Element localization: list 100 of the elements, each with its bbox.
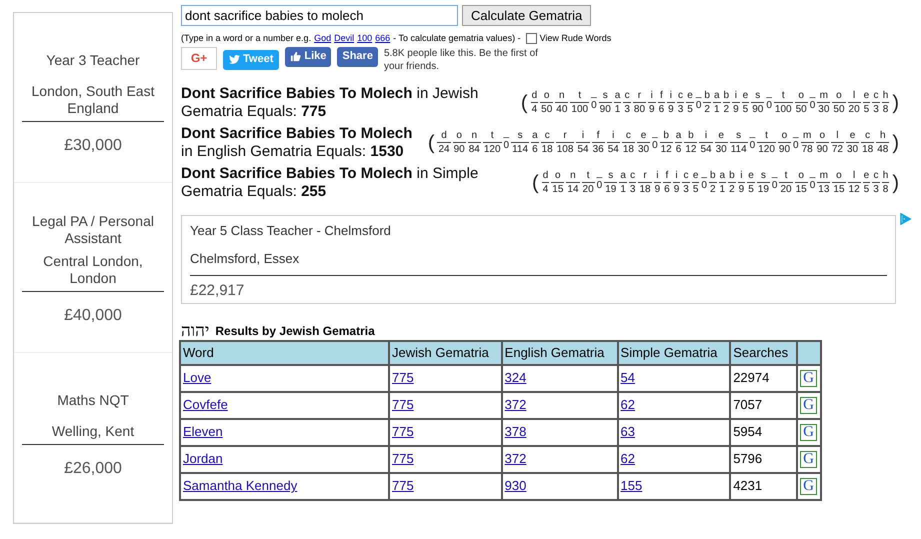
jewish-value-link[interactable]: 775 [392,397,414,412]
ad-choices-icon[interactable] [899,212,911,224]
letter: l [835,129,840,142]
letter-value: 30 [846,142,860,156]
google-search-link[interactable]: G [800,370,817,388]
share-button[interactable]: Share [337,46,378,66]
google-search-link[interactable]: G [800,451,817,468]
word-link[interactable]: Jordan [183,451,223,466]
simple-value-link[interactable]: 63 [620,424,635,440]
space-value: 0 [772,180,778,192]
space-mark: _ [696,88,702,100]
letter: c [544,129,551,142]
letter-value: 6 [658,102,666,116]
letter-value: 5 [686,102,694,116]
jewish-value-link[interactable]: 775 [392,478,414,494]
letter-value: 6 [674,142,682,156]
letter: d [440,129,448,142]
column-header: Jewish Gematria [389,340,502,364]
letter-value: 3 [872,182,880,196]
letter-value: 6 [663,182,671,196]
search-field[interactable]: dont sacrifice babies to molech [181,5,458,26]
job-card[interactable]: Maths NQT Welling, Kent £26,000 [14,353,172,523]
like-button[interactable]: Like [285,46,332,66]
example-link[interactable]: Devil [334,32,354,46]
google-search-link[interactable]: G [800,478,817,496]
space-value: 0 [504,140,510,152]
job-salary: £40,000 [64,306,122,326]
space-value: 0 [696,100,702,112]
help-text: (Type in a word or a number e.g. [181,32,312,45]
calculate-button[interactable]: Calculate Gematria [462,5,592,26]
simple-value-link[interactable]: 62 [620,397,635,412]
letter: e [862,169,870,182]
rude-words-checkbox[interactable] [526,33,537,44]
letter-value: 9 [654,182,662,196]
letter: s [760,169,767,182]
word-link[interactable]: Love [183,370,212,386]
results-heading: Results by Jewish Gematria [215,322,375,340]
letter-value: 24 [437,142,451,156]
space-mark: _ [772,168,778,180]
letter-value: 1 [718,182,726,196]
jewish-value-link[interactable]: 775 [392,424,414,440]
letter: s [754,89,762,102]
letter: o [554,169,562,182]
letter: a [531,129,539,142]
english-value-link[interactable]: 372 [504,397,526,412]
example-link[interactable]: God [314,32,332,46]
english-value-link[interactable]: 930 [504,478,526,494]
gematria-result: Dont Sacrifice Babies To Molech in English Gematria Equals: 1530 [181,124,414,160]
gematria-result: Dont Sacrifice Babies To Molech in Jewish Gematria Equals: 775 [181,84,480,120]
letter: i [704,129,708,142]
letter-value: 54 [699,142,713,156]
simple-value-link[interactable]: 54 [620,370,635,386]
searches-cell: 5954 [730,418,797,446]
simple-value-link[interactable]: 155 [620,478,642,494]
english-value-link[interactable]: 378 [504,424,526,440]
job-card[interactable]: Legal PA / Personal Assistant Central London, London £40,000 [14,183,172,353]
letter: n [470,129,478,142]
google-plus-button[interactable]: G+ [181,46,217,70]
space-mark: _ [750,128,756,140]
letter-value: 1 [619,182,627,196]
letter-value: 5 [862,182,870,196]
job-title: Legal PA / Personal Assistant [31,213,155,247]
google-search-link[interactable]: G [800,424,817,442]
jewish-value-link[interactable]: 775 [392,370,414,386]
letter-value: 5 [862,102,870,116]
job-title: Year 3 Teacher [46,50,140,70]
letter: h [882,169,890,182]
letter: e [742,89,750,102]
letter-value: 72 [830,142,844,156]
job-location: London, South East England [30,83,156,117]
letter-value: 20 [848,102,861,116]
english-value-link[interactable]: 372 [504,451,526,466]
letter: a [674,129,682,142]
letter: f [658,89,664,102]
space-mark: _ [652,128,658,140]
word-link[interactable]: Eleven [183,424,223,440]
letter-value: 48 [876,142,890,156]
like-count-text: 5.8K people like this. Be the first of your friends. [384,46,539,72]
google-search-link[interactable]: G [800,397,817,414]
word-link[interactable]: Covfefe [183,397,228,412]
jewish-value-link[interactable]: 775 [392,451,414,466]
letter: e [717,129,725,142]
example-link[interactable]: 100 [357,32,372,46]
letter-value: 3 [872,102,880,116]
simple-value-link[interactable]: 62 [620,451,635,466]
job-card[interactable]: Year 3 Teacher London, South East England £30,000 [14,13,172,183]
example-link[interactable]: 666 [375,32,390,46]
letter: t [764,129,769,142]
job-salary: £30,000 [64,136,122,156]
letter: r [636,89,642,102]
letter: e [747,169,755,182]
space-mark: _ [810,88,816,100]
letter-value: 90 [598,102,612,116]
letter-value: 100 [570,102,590,116]
english-value-link[interactable]: 324 [504,370,526,386]
letter: l [852,169,856,182]
letter: d [542,169,550,182]
letter-value: 9 [648,102,656,116]
letter-value: 78 [800,142,814,156]
letter: c [682,169,690,182]
